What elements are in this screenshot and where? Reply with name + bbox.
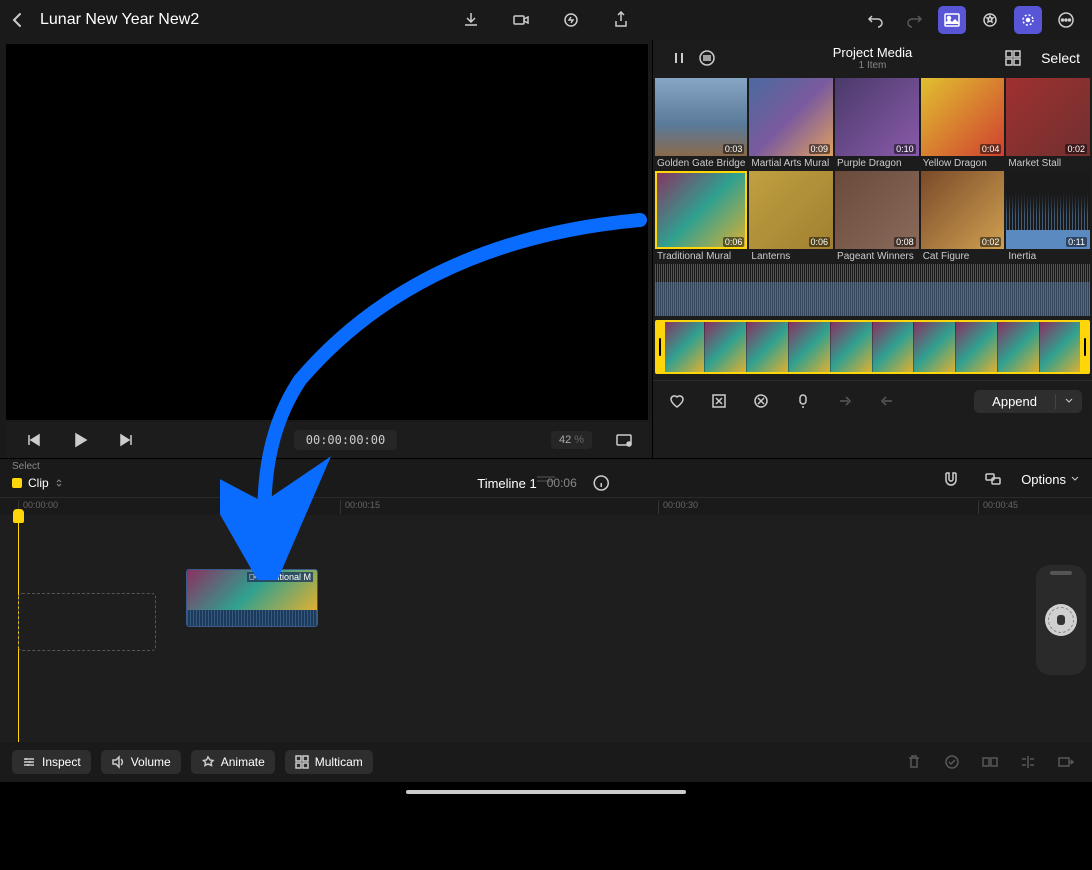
voiceover-button[interactable] [557,6,585,34]
inspect-button[interactable]: Inspect [12,750,91,774]
media-item[interactable]: 0:06 Traditional Mural [655,171,747,262]
more-button[interactable] [1052,6,1080,34]
link-button[interactable] [979,465,1007,493]
media-item[interactable]: 0:02 Cat Figure [921,171,1005,262]
media-duration: 0:10 [894,144,916,154]
media-item[interactable]: 0:09 Martial Arts Mural [749,78,833,169]
favorite-button[interactable] [663,387,691,415]
timeline-placeholder-slot [18,593,156,651]
media-item[interactable]: 0:02 Market Stall [1006,78,1090,169]
media-label: Cat Figure [921,249,1005,262]
media-label: Purple Dragon [835,156,919,169]
timecode-display[interactable]: 00:00:00:00 [294,430,397,450]
media-duration: 0:11 [1066,237,1087,247]
dragged-clip[interactable]: Traditional M [186,569,318,627]
overwrite-button[interactable] [1052,748,1080,776]
enable-button[interactable] [938,748,966,776]
timeline-options-button[interactable]: Options [1021,472,1080,487]
timeline-duration: 00:06 [547,476,577,490]
mark-in-button[interactable] [831,387,859,415]
timeline-mode-label: Select [12,461,40,472]
pause-media-button[interactable] [665,44,693,72]
view-options-button[interactable] [610,426,638,454]
zoom-level[interactable]: 42% [551,431,592,449]
chevron-down-icon [1070,474,1080,484]
media-item[interactable]: 0:08 Pageant Winners [835,171,919,262]
jog-wheel[interactable] [1036,565,1086,675]
grid-view-button[interactable] [999,44,1027,72]
multicam-button[interactable]: Multicam [285,750,373,774]
effects-button[interactable] [976,6,1004,34]
media-item[interactable]: 0:11 Inertia [1006,171,1090,262]
reject-button[interactable] [705,387,733,415]
media-item[interactable]: 0:03 Golden Gate Bridge [655,78,747,169]
camera-button[interactable] [507,6,535,34]
chevron-left-icon [12,12,22,28]
video-icon [249,573,257,581]
trim-handle-right[interactable] [1080,322,1090,372]
media-item[interactable]: 0:06 Lanterns [749,171,833,262]
dragged-clip-label: Traditional M [259,572,311,582]
redo-button[interactable] [900,6,928,34]
media-duration: 0:04 [980,144,1002,154]
media-duration: 0:03 [723,144,745,154]
media-label: Market Stall [1006,156,1090,169]
filter-media-button[interactable] [693,44,721,72]
clear-rating-button[interactable] [747,387,775,415]
animate-button[interactable]: Animate [191,750,275,774]
media-label: Martial Arts Mural [749,156,833,169]
timeline-name: Timeline 1 [477,476,536,491]
clip-filmstrip[interactable] [655,320,1090,374]
media-duration: 0:08 [894,237,916,247]
append-button[interactable]: Append [974,390,1082,413]
ruler-mark: 00:00:45 [978,500,1018,514]
media-duration: 0:02 [1065,144,1087,154]
ruler-mark: 00:00:15 [340,500,380,514]
project-title: Lunar New Year New2 [40,11,199,29]
media-panel-title: Project Media [833,45,912,60]
media-duration: 0:02 [980,237,1002,247]
media-label: Golden Gate Bridge [655,156,747,169]
media-label: Pageant Winners [835,249,919,262]
timeline-track-area[interactable]: Traditional M [0,515,1092,745]
media-panel-subtitle: 1 Item [833,60,912,71]
media-item[interactable]: 0:04 Yellow Dragon [921,78,1005,169]
trim-handle-left[interactable] [655,322,665,372]
prev-frame-button[interactable] [20,426,48,454]
chevron-updown-icon [55,479,63,487]
import-button[interactable] [457,6,485,34]
next-frame-button[interactable] [112,426,140,454]
media-label: Yellow Dragon [921,156,1005,169]
split-button[interactable] [976,748,1004,776]
insert-button[interactable] [1014,748,1042,776]
delete-button[interactable] [900,748,928,776]
append-menu-chevron[interactable] [1055,394,1082,409]
play-button[interactable] [66,426,94,454]
ruler-mark: 00:00:30 [658,500,698,514]
media-duration: 0:09 [809,144,831,154]
inspector-button[interactable] [1014,6,1042,34]
select-media-button[interactable]: Select [1041,50,1080,66]
media-duration: 0:06 [723,237,745,247]
media-duration: 0:06 [809,237,831,247]
media-item[interactable]: 0:10 Purple Dragon [835,78,919,169]
undo-button[interactable] [862,6,890,34]
home-indicator [406,790,686,794]
volume-button[interactable]: Volume [101,750,181,774]
media-label: Lanterns [749,249,833,262]
share-button[interactable] [607,6,635,34]
snap-button[interactable] [937,465,965,493]
viewer-preview[interactable] [6,44,648,420]
mark-out-button[interactable] [873,387,901,415]
timeline-info-button[interactable] [587,469,615,497]
audio-waveform-strip[interactable] [655,264,1090,316]
media-label: Inertia [1006,249,1090,262]
keyword-button[interactable] [789,387,817,415]
media-label: Traditional Mural [655,249,747,262]
clip-type-selector[interactable]: Clip [12,476,63,490]
media-browser-button[interactable] [938,6,966,34]
ruler-mark: 00:00:00 [18,500,58,514]
back-button[interactable]: Lunar New Year New2 [12,11,199,29]
